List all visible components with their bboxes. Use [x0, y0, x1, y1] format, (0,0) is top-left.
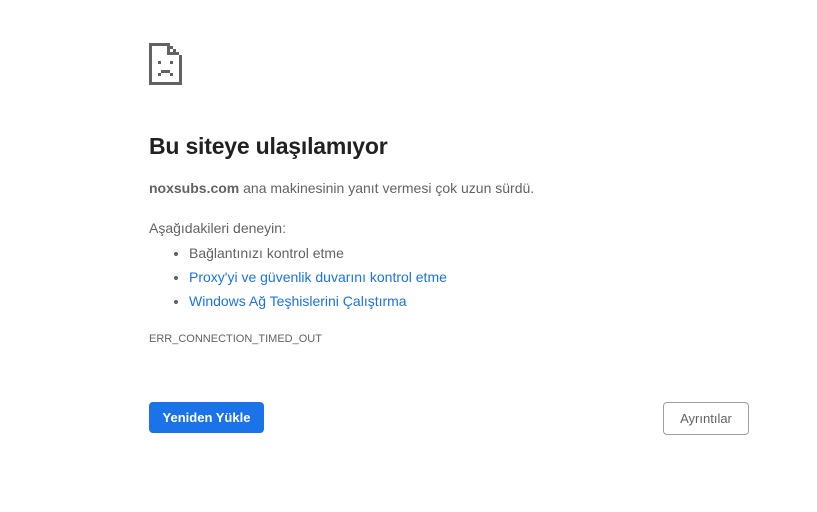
sad-page-icon [149, 43, 182, 85]
suggestion-check-proxy-firewall: Proxy'yi ve güvenlik duvarını kontrol et… [189, 267, 447, 291]
proxy-firewall-link[interactable]: Proxy'yi ve güvenlik duvarını kontrol et… [189, 269, 447, 285]
error-content: Bu siteye ulaşılamıyor noxsubs.com ana m… [149, 43, 769, 345]
reload-button[interactable]: Yeniden Yükle [149, 402, 264, 433]
description-text: ana makinesinin yanıt vermesi çok uzun s… [239, 180, 535, 196]
network-diagnostics-link[interactable]: Windows Ağ Teşhislerini Çalıştırma [189, 293, 407, 309]
error-description: noxsubs.com ana makinesinin yanıt vermes… [149, 180, 534, 196]
page-title: Bu siteye ulaşılamıyor [149, 133, 388, 159]
error-page: Bu siteye ulaşılamıyor noxsubs.com ana m… [0, 0, 817, 512]
host-name: noxsubs.com [149, 180, 240, 196]
try-label: Aşağıdakileri deneyin: [149, 220, 286, 236]
suggestion-network-diagnostics: Windows Ağ Teşhislerini Çalıştırma [189, 291, 447, 315]
details-button[interactable]: Ayrıntılar [663, 402, 749, 435]
suggestions-list: Bağlantınızı kontrol etme Proxy'yi ve gü… [149, 243, 447, 315]
suggestion-check-connection: Bağlantınızı kontrol etme [189, 243, 447, 267]
error-code: ERR_CONNECTION_TIMED_OUT [149, 333, 322, 345]
